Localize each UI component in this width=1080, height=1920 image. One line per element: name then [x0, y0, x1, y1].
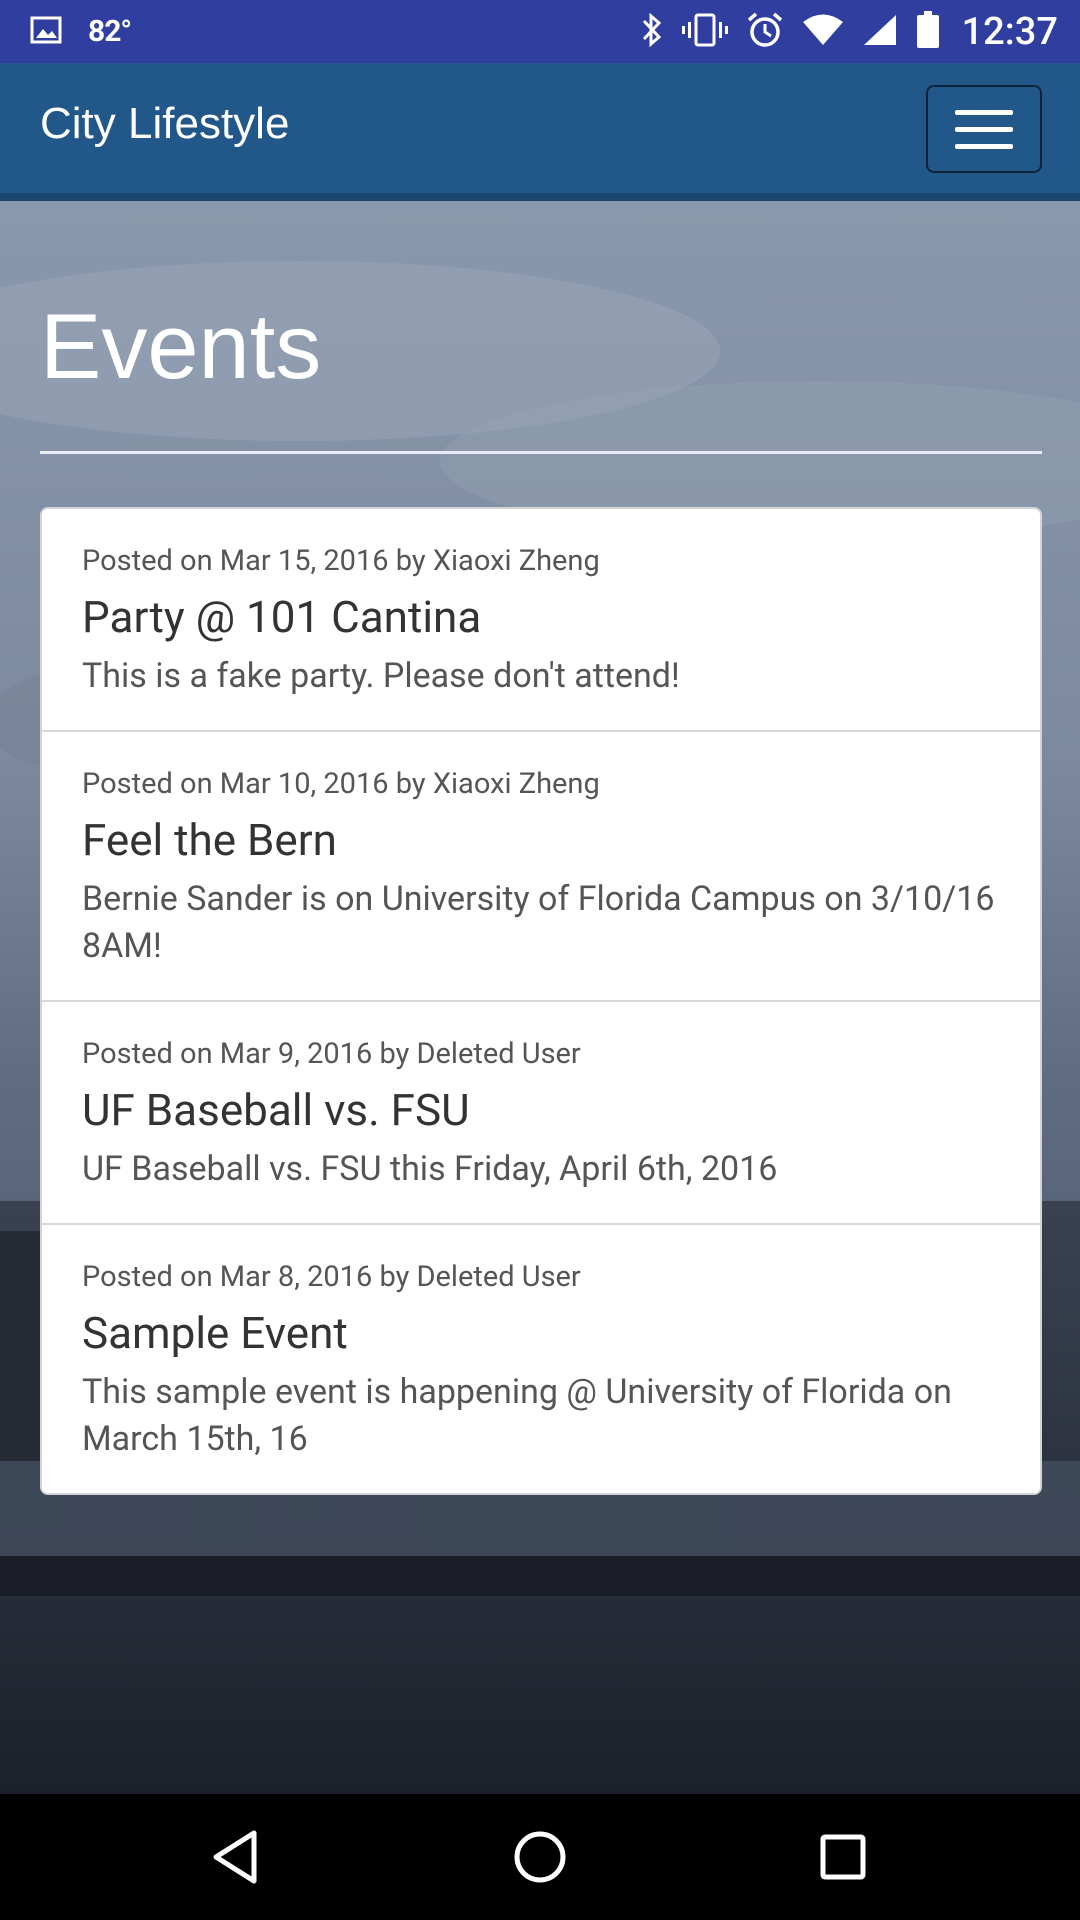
menu-toggle-button[interactable]	[926, 85, 1042, 173]
recents-icon[interactable]	[808, 1822, 878, 1892]
status-bar: 82° 12:37	[0, 0, 1080, 63]
wifi-icon	[802, 13, 844, 51]
event-title: Feel the Bern	[82, 814, 337, 866]
event-meta: Posted on Mar 10, 2016 by Xiaoxi Zheng	[82, 767, 600, 801]
event-description: This is a fake party. Please don't atten…	[82, 656, 680, 696]
event-item[interactable]: Posted on Mar 10, 2016 by Xiaoxi Zheng F…	[42, 732, 1040, 1002]
event-description: UF Baseball vs. FSU this Friday, April 6…	[82, 1149, 778, 1189]
event-item[interactable]: Posted on Mar 15, 2016 by Xiaoxi Zheng P…	[42, 509, 1040, 732]
image-icon	[30, 16, 62, 48]
temperature-text: 82°	[88, 14, 132, 49]
hamburger-menu-icon	[955, 109, 1013, 115]
alarm-icon	[746, 11, 784, 53]
event-meta: Posted on Mar 15, 2016 by Xiaoxi Zheng	[82, 544, 600, 578]
events-list: Posted on Mar 15, 2016 by Xiaoxi Zheng P…	[40, 507, 1042, 1495]
event-meta: Posted on Mar 9, 2016 by Deleted User	[82, 1037, 581, 1071]
vibrate-icon	[681, 12, 728, 52]
battery-icon	[916, 10, 940, 53]
home-icon[interactable]	[505, 1822, 575, 1892]
system-nav-bar	[0, 1794, 1080, 1920]
event-title: Sample Event	[82, 1307, 348, 1359]
event-item[interactable]: Posted on Mar 9, 2016 by Deleted User UF…	[42, 1002, 1040, 1225]
title-divider	[40, 451, 1042, 454]
cell-signal-icon	[862, 13, 898, 51]
page-title: Events	[40, 296, 322, 398]
hamburger-bar	[955, 126, 1013, 132]
event-description: This sample event is happening @ Univers…	[82, 1372, 952, 1459]
event-title: UF Baseball vs. FSU	[82, 1084, 470, 1136]
app-bar: City Lifestyle	[0, 63, 1080, 201]
hamburger-bar	[955, 143, 1013, 149]
event-meta: Posted on Mar 8, 2016 by Deleted User	[82, 1260, 581, 1294]
brand-title[interactable]: City Lifestyle	[40, 99, 289, 149]
event-item[interactable]: Posted on Mar 8, 2016 by Deleted User Sa…	[42, 1225, 1040, 1493]
event-title: Party @ 101 Cantina	[82, 591, 482, 643]
back-icon[interactable]	[200, 1822, 270, 1892]
event-description: Bernie Sander is on University of Florid…	[82, 879, 995, 966]
clock-time: 12:37	[961, 9, 1058, 54]
bluetooth-icon	[640, 12, 664, 52]
